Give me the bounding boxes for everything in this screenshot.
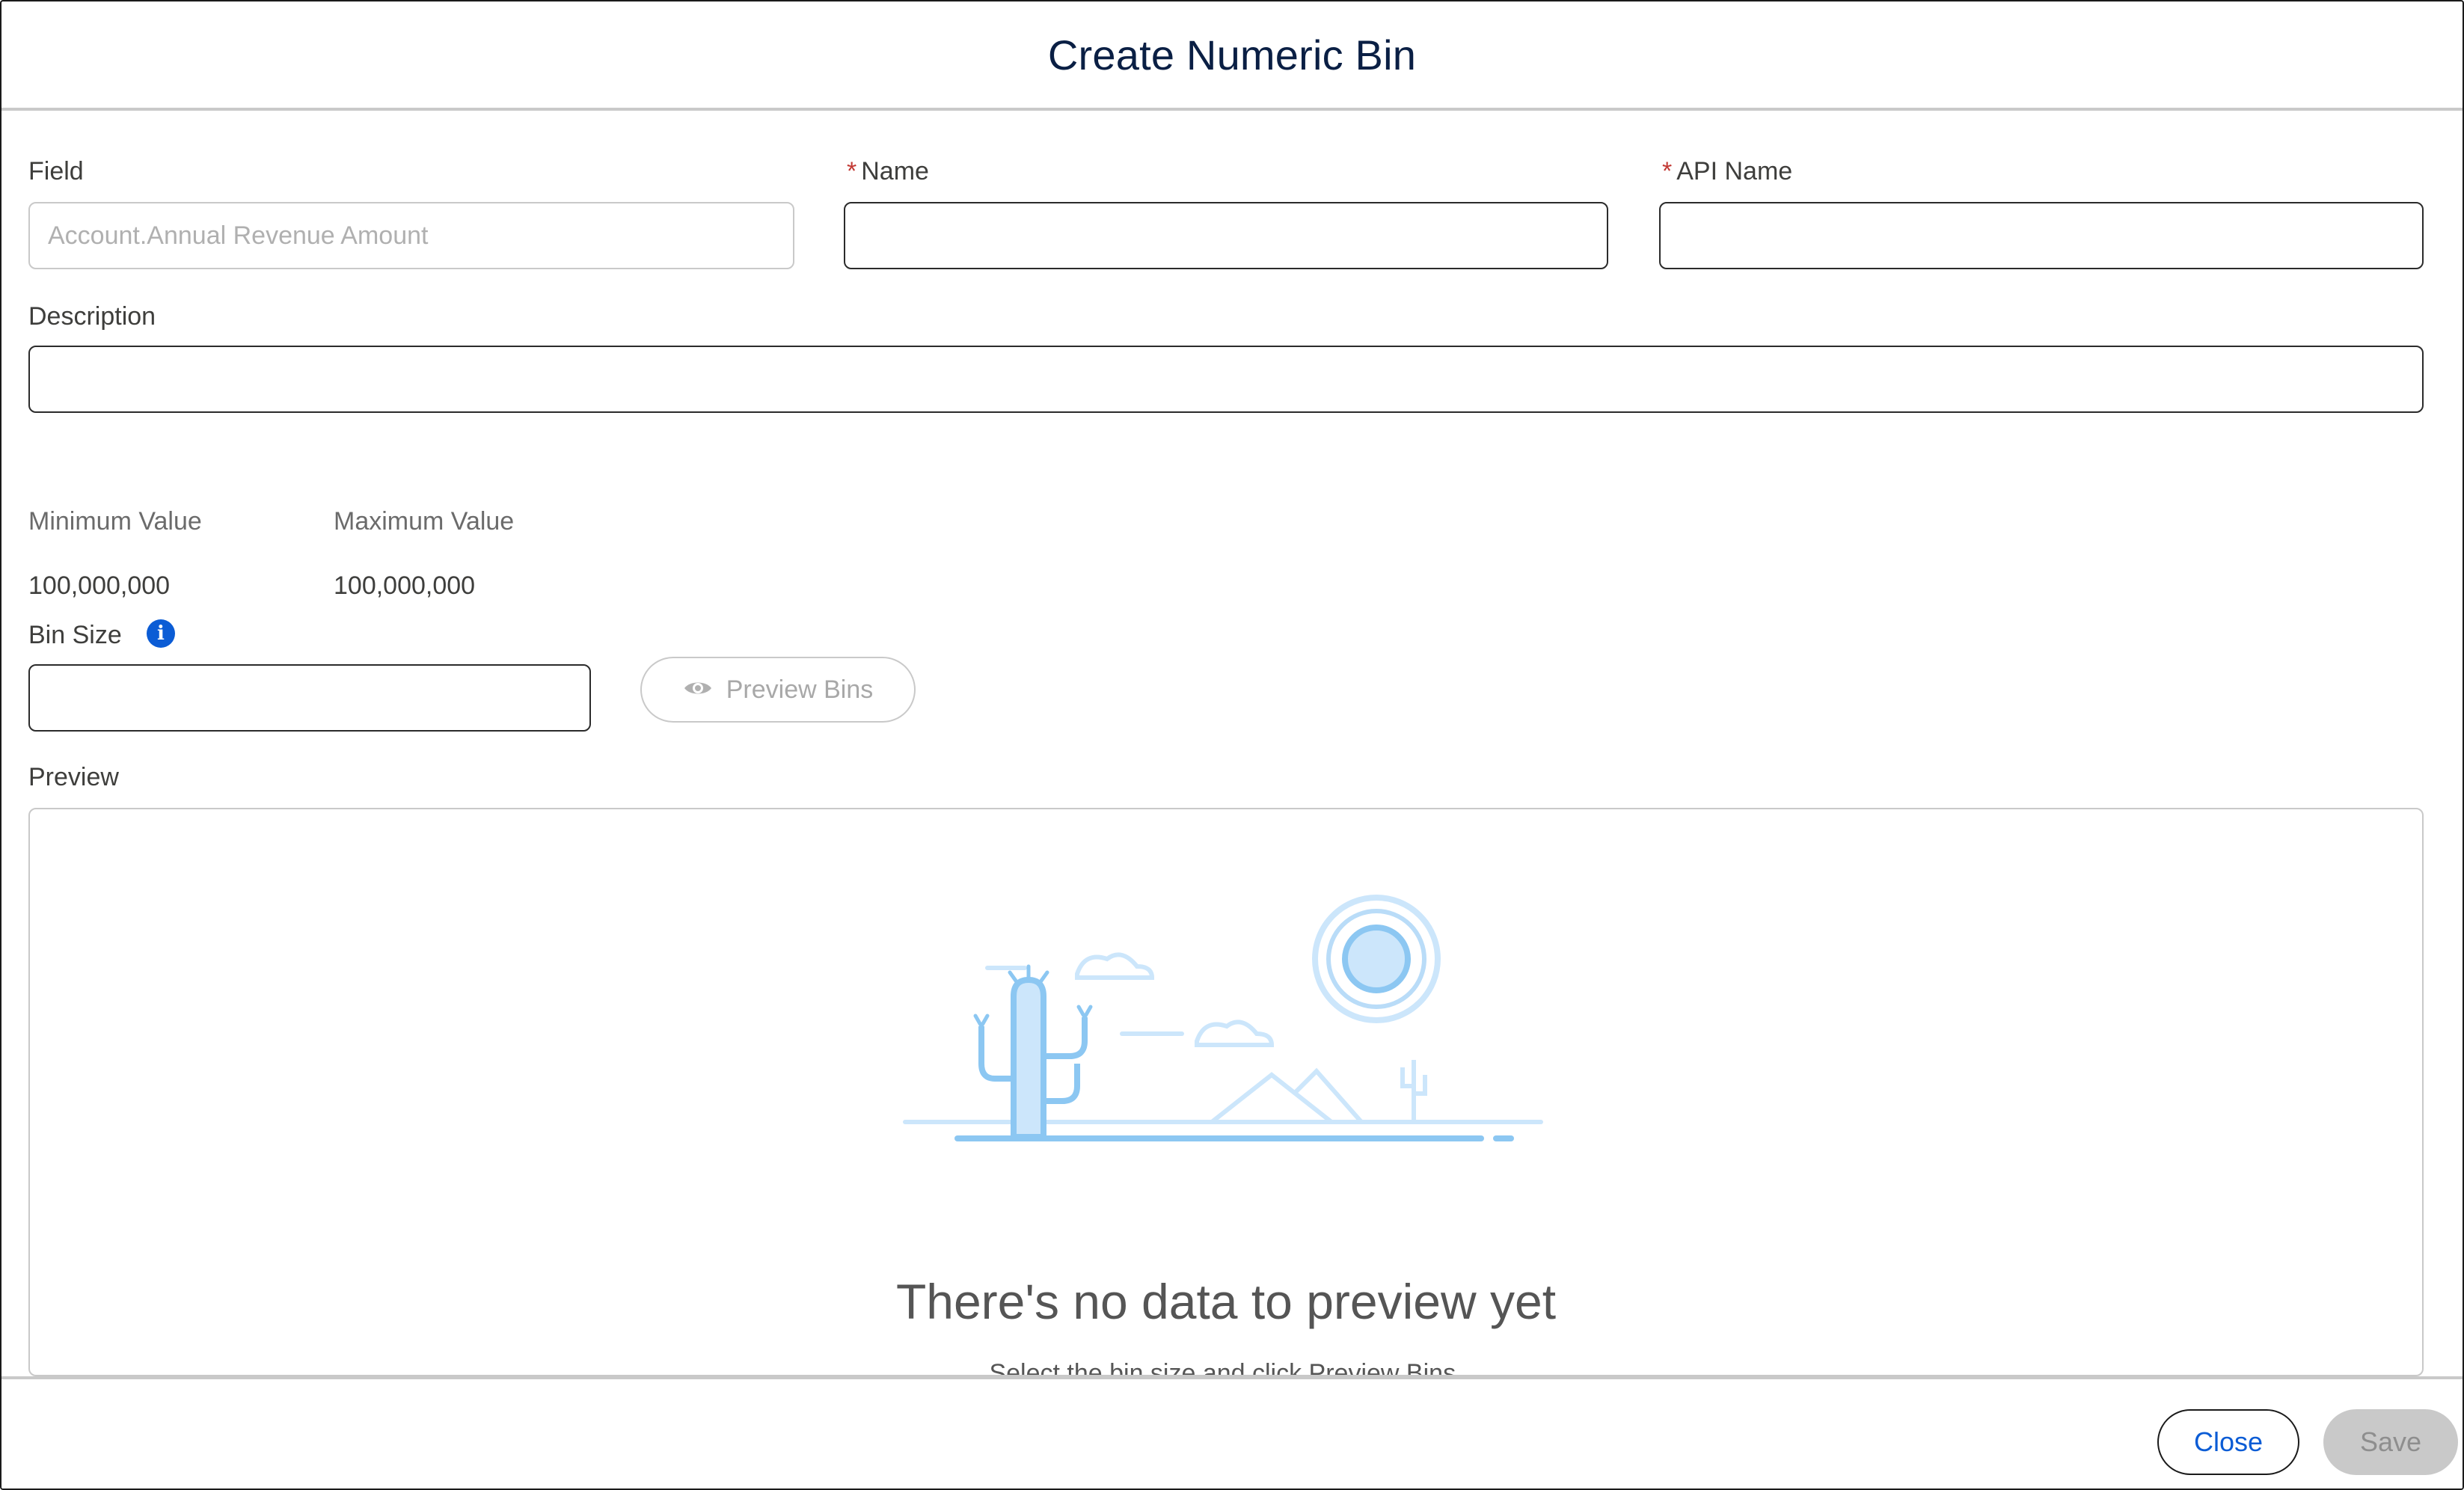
description-input[interactable] xyxy=(28,346,2424,413)
api-name-input[interactable] xyxy=(1659,202,2424,269)
field-input: Account.Annual Revenue Amount xyxy=(28,202,794,269)
name-input[interactable] xyxy=(844,202,1608,269)
close-button[interactable]: Close xyxy=(2157,1409,2299,1475)
modal-title: Create Numeric Bin xyxy=(1047,31,1417,79)
minimum-value-label: Minimum Value xyxy=(28,507,202,536)
required-marker: * xyxy=(847,157,857,186)
field-label: Field xyxy=(28,157,84,186)
empty-state-title: There's no data to preview yet xyxy=(895,1274,1557,1329)
required-marker: * xyxy=(1662,157,1673,186)
bin-size-input[interactable] xyxy=(28,664,591,732)
name-label: * Name xyxy=(847,157,929,186)
bin-size-label: Bin Size xyxy=(28,621,122,649)
preview-panel: There's no data to preview yet Select th… xyxy=(28,808,2424,1376)
eye-icon xyxy=(683,675,713,705)
empty-state-subtitle: Select the bin size and click Preview Bi… xyxy=(989,1359,1463,1376)
preview-bins-label: Preview Bins xyxy=(726,675,874,704)
maximum-value-label: Maximum Value xyxy=(334,507,515,536)
preview-bins-button[interactable]: Preview Bins xyxy=(640,657,916,723)
maximum-value: 100,000,000 xyxy=(334,571,476,600)
modal-footer: Close Save xyxy=(1,1376,2463,1489)
info-icon[interactable]: i xyxy=(147,619,175,648)
api-name-label: * API Name xyxy=(1662,157,1793,186)
field-value: Account.Annual Revenue Amount xyxy=(48,221,429,250)
modal-header: Create Numeric Bin xyxy=(1,1,2463,111)
save-button[interactable]: Save xyxy=(2323,1409,2458,1475)
create-numeric-bin-modal: Create Numeric Bin Field Account.Annual … xyxy=(0,0,2464,1490)
preview-label: Preview xyxy=(28,763,119,791)
description-label: Description xyxy=(28,302,156,331)
desert-illustration xyxy=(903,895,1543,1141)
minimum-value: 100,000,000 xyxy=(28,571,171,600)
